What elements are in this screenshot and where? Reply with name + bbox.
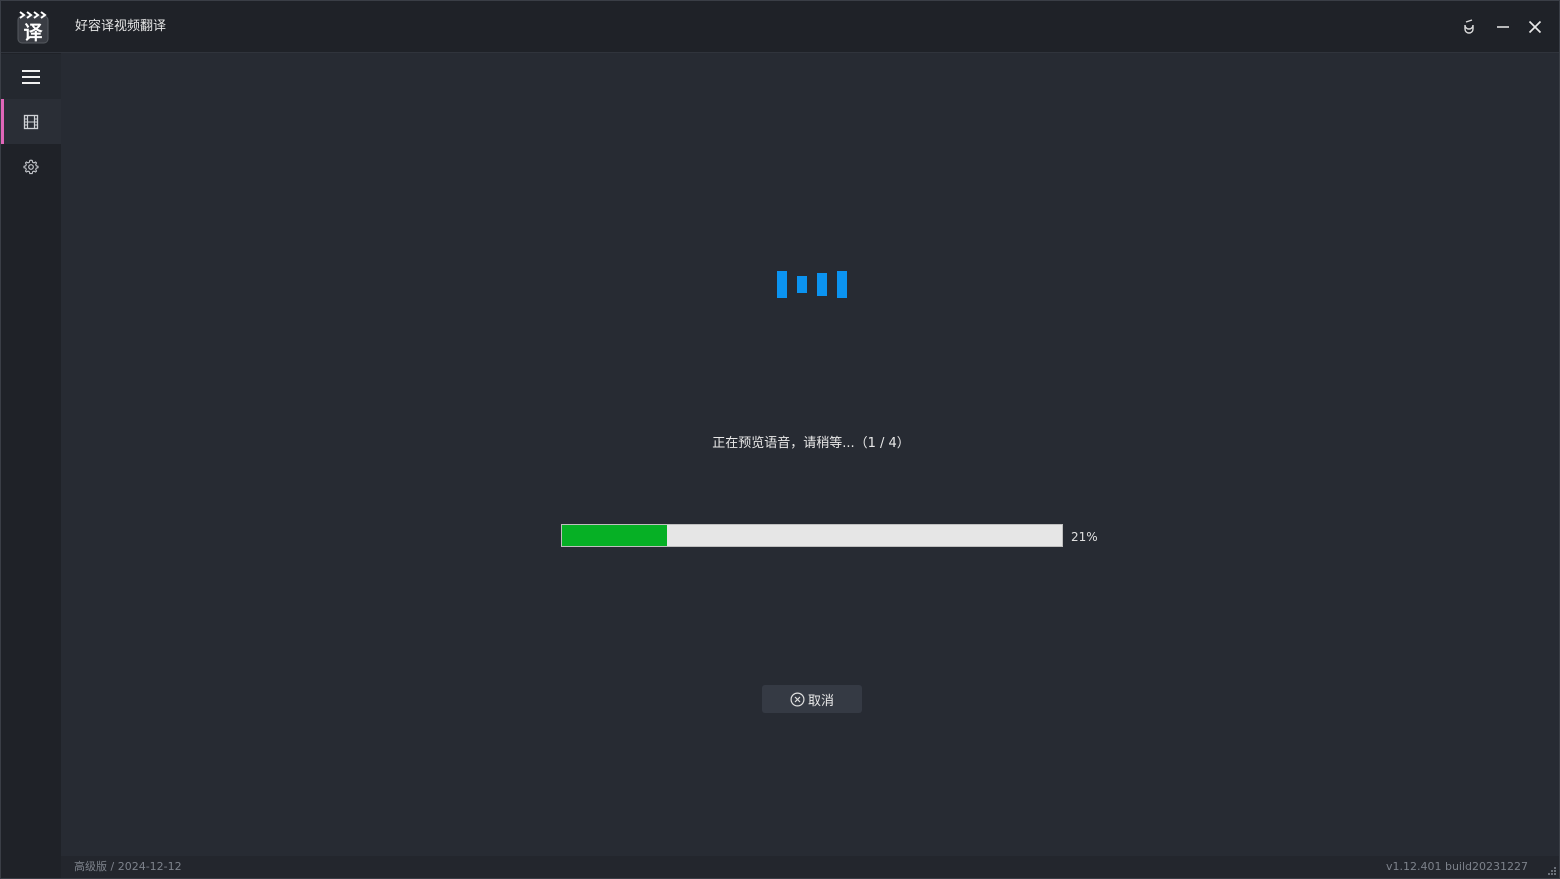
- film-icon: [23, 114, 39, 129]
- minimize-icon: [1497, 26, 1509, 28]
- cancel-button-label: 取消: [807, 693, 834, 709]
- cancel-button[interactable]: 取消: [762, 685, 862, 713]
- loader-bar: [777, 271, 787, 298]
- title-bar[interactable]: 译 好容译视频翻译: [1, 1, 1559, 53]
- progress-percent: 21%: [1071, 530, 1098, 544]
- close-button[interactable]: [1522, 14, 1548, 40]
- svg-text:译: 译: [23, 22, 43, 44]
- hamburger-menu-icon: [22, 69, 40, 84]
- loader-bar: [797, 276, 807, 293]
- sidebar-item-menu[interactable]: [1, 54, 61, 99]
- status-message: 正在预览语音，请稍等...（1 / 4）: [712, 436, 910, 451]
- sidebar-item-settings[interactable]: [1, 144, 61, 189]
- loader-bar: [837, 271, 847, 298]
- sidebar: [1, 53, 61, 878]
- close-icon: [1528, 20, 1542, 34]
- progress-bar: [561, 524, 1063, 547]
- loader-bar: [817, 273, 827, 296]
- edition-date: 高级版 / 2024-12-12: [74, 860, 182, 873]
- sidebar-item-video[interactable]: [1, 99, 61, 144]
- app-logo-icon: 译: [17, 11, 49, 44]
- pin-button[interactable]: [1456, 14, 1482, 40]
- minimize-button[interactable]: [1490, 14, 1516, 40]
- gear-icon: [23, 159, 39, 174]
- progress-fill: [562, 525, 667, 546]
- main-panel: 正在预览语音，请稍等...（1 / 4） 21% 取消: [61, 53, 1559, 856]
- resize-grip-icon[interactable]: [1547, 866, 1557, 876]
- version-info: v1.12.401 build20231227: [1385, 860, 1528, 873]
- loading-indicator: [775, 271, 849, 299]
- circle-x-icon: [790, 691, 805, 707]
- pin-icon: [1464, 19, 1474, 34]
- status-bar: 高级版 / 2024-12-12 v1.12.401 build20231227: [61, 856, 1559, 878]
- app-window: 译 好容译视频翻译 正在预览语音，请稍等...（1 / 4） 21% 取消 高级…: [0, 0, 1560, 879]
- app-title: 好容译视频翻译: [75, 19, 167, 34]
